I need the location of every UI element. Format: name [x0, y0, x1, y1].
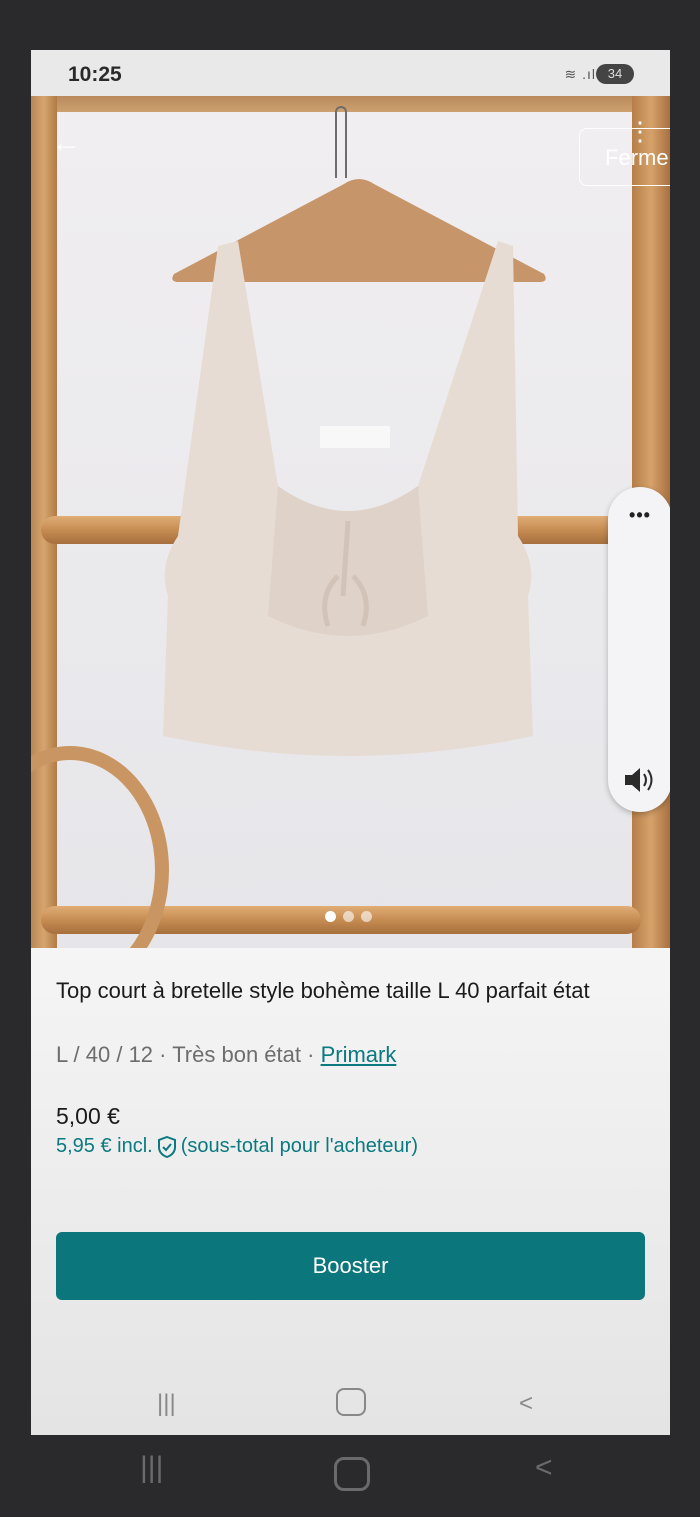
- volume-panel[interactable]: •••: [608, 487, 670, 812]
- speaker-icon[interactable]: [622, 765, 658, 795]
- pager-dot: [343, 911, 354, 922]
- close-button[interactable]: Fermer: [579, 128, 670, 186]
- pager-dot: [361, 911, 372, 922]
- ladder-top: [31, 96, 670, 112]
- volume-more-icon[interactable]: •••: [608, 505, 670, 526]
- phone-screen: 10:25 ≋ .ıl 34 ← ⋮ Top court à bretelle …: [31, 50, 670, 1435]
- shield-check-icon: [157, 1135, 176, 1158]
- price: 5,00 €: [56, 1103, 120, 1129]
- inner-nav-bar: ||| <: [31, 1350, 670, 1435]
- signal-icon: ≋ .ıl: [564, 66, 596, 82]
- recent-apps-icon[interactable]: |||: [157, 1390, 176, 1418]
- battery-icon: 34: [596, 64, 634, 84]
- nav-back-icon[interactable]: <: [519, 1390, 533, 1418]
- system-nav-bar: ||| <: [0, 1435, 700, 1517]
- home-icon[interactable]: [334, 1457, 370, 1491]
- brand-link[interactable]: Primark: [321, 1042, 397, 1067]
- back-arrow-icon[interactable]: ←: [51, 128, 81, 158]
- nav-back-icon[interactable]: <: [535, 1451, 553, 1485]
- price-incl-amount: 5,95 € incl.: [56, 1135, 153, 1157]
- pager-dot: [325, 911, 336, 922]
- knit-top: [163, 241, 533, 756]
- chair-back: [31, 746, 169, 948]
- listing-meta: L / 40 / 12 · Très bon état · Primark: [56, 1042, 396, 1068]
- listing-title: Top court à bretelle style bohème taille…: [56, 978, 590, 1003]
- status-bar: 10:25 ≋ .ıl 34: [31, 50, 670, 96]
- booster-button[interactable]: Booster: [56, 1232, 645, 1300]
- home-icon[interactable]: [336, 1388, 366, 1416]
- size-condition: L / 40 / 12 · Très bon état ·: [56, 1042, 321, 1067]
- price-incl[interactable]: 5,95 € incl. (sous-total pour l'acheteur…: [56, 1135, 418, 1158]
- recent-apps-icon[interactable]: |||: [140, 1451, 163, 1485]
- photo-pager: [325, 911, 372, 922]
- status-time: 10:25: [68, 63, 122, 86]
- product-photo[interactable]: ← ⋮: [31, 96, 670, 948]
- price-incl-note: (sous-total pour l'acheteur): [180, 1135, 418, 1157]
